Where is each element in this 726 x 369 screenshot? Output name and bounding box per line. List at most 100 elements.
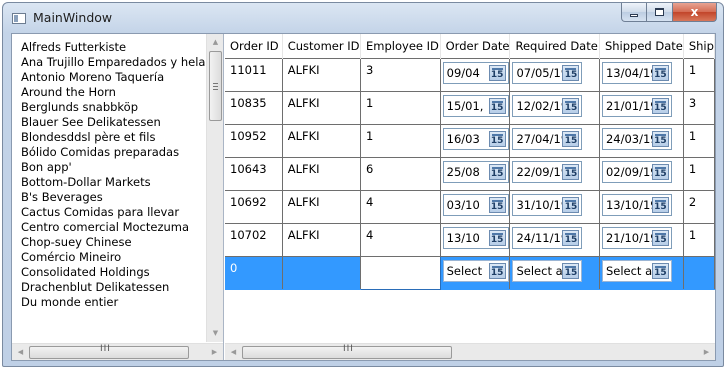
employee-id-cell[interactable]: 6 (360, 157, 441, 191)
employee-id-cell[interactable]: 1 (360, 124, 441, 158)
date-picker[interactable]: 21/01/1915 (601, 94, 672, 117)
order-id-cell[interactable]: 10835 (225, 91, 283, 125)
date-picker[interactable]: 22/09/1915 (512, 160, 583, 183)
ship-cell[interactable]: 1 (683, 124, 715, 158)
scroll-down-arrow-icon[interactable]: ▼ (207, 325, 224, 342)
list-vertical-scrollbar[interactable]: ▲ ▼ (206, 34, 223, 342)
required-date-cell[interactable]: Select a c15 (509, 256, 600, 290)
date-picker-text[interactable]: 09/04 (444, 66, 489, 80)
employee-id-cell[interactable]: 3 (360, 57, 441, 92)
column-header[interactable]: Shipped Date (599, 34, 684, 58)
minimize-button[interactable] (621, 3, 647, 22)
list-vertical-scroll-thumb[interactable] (209, 51, 222, 121)
calendar-icon[interactable]: 15 (651, 64, 669, 81)
column-header[interactable]: Employee ID (360, 34, 441, 58)
date-picker-text[interactable]: 12/02/19 (513, 99, 562, 113)
date-picker[interactable]: 13/10/1915 (601, 193, 672, 216)
calendar-icon[interactable]: 15 (562, 163, 580, 180)
date-picker-text[interactable]: 22/09/19 (513, 165, 562, 179)
date-picker-text[interactable]: Select a c (513, 264, 562, 278)
scroll-up-arrow-icon[interactable]: ▲ (207, 34, 224, 51)
order-id-cell[interactable]: 10952 (225, 124, 283, 158)
calendar-icon[interactable]: 15 (651, 262, 669, 279)
date-picker-text[interactable]: 07/05/19 (513, 66, 562, 80)
table-row[interactable]: 10643ALFKI625/081522/09/191502/09/19151 (225, 157, 715, 191)
ship-cell[interactable]: 1 (683, 157, 715, 191)
ship-cell[interactable]: 3 (683, 91, 715, 125)
date-picker[interactable]: Select a 15 (601, 259, 672, 282)
customer-listbox[interactable]: Alfreds Futterkiste Ana Trujillo Empareda… (12, 34, 224, 360)
order-date-cell[interactable]: 09/04 15 (440, 57, 511, 92)
shipped-date-cell[interactable]: 02/09/1915 (599, 157, 684, 191)
ship-cell[interactable] (683, 256, 715, 290)
date-picker-text[interactable]: 03/10 (444, 198, 489, 212)
list-item[interactable]: Bottom-Dollar Markets (21, 175, 206, 190)
list-item[interactable]: B's Beverages (21, 190, 206, 205)
date-picker[interactable]: 21/10/1915 (601, 226, 672, 249)
column-header[interactable]: Order ID (225, 34, 283, 58)
date-picker-text[interactable]: 27/04/19 (513, 132, 562, 146)
customer-id-cell[interactable]: ALFKI (282, 91, 362, 125)
calendar-icon[interactable]: 15 (488, 262, 506, 279)
order-id-cell[interactable]: 10702 (225, 223, 283, 257)
order-id-cell[interactable]: 0 (225, 256, 283, 290)
date-picker[interactable]: 02/09/1915 (601, 160, 672, 183)
table-row[interactable]: 10702ALFKI413/101524/11/191521/10/19151 (225, 223, 715, 257)
date-picker[interactable]: Select 15 (442, 259, 509, 282)
date-picker[interactable]: 25/08 15 (442, 160, 509, 183)
new-item-row[interactable]: 0Select15Select a c15Select a15 (225, 255, 715, 290)
employee-id-cell[interactable]: 1 (360, 91, 441, 125)
table-row[interactable]: 10835ALFKI115/01,1512/02/191521/01/19153 (225, 91, 715, 125)
ship-cell[interactable]: 1 (683, 57, 715, 92)
title-bar[interactable]: MainWindow x (3, 3, 723, 31)
date-picker[interactable]: 24/03/1915 (601, 127, 672, 150)
date-picker[interactable]: 12/02/1915 (512, 94, 583, 117)
date-picker[interactable]: 07/05/1915 (512, 61, 583, 84)
calendar-icon[interactable]: 15 (562, 262, 580, 279)
calendar-icon[interactable]: 15 (488, 196, 506, 213)
date-picker[interactable]: Select a c15 (512, 259, 583, 282)
list-item[interactable]: Alfreds Futterkiste (21, 40, 206, 55)
list-item[interactable]: Du monde entier (21, 295, 206, 310)
date-picker-text[interactable]: 21/01/19 (603, 99, 652, 113)
scroll-right-arrow-icon[interactable]: ▶ (206, 344, 223, 361)
date-picker[interactable]: 13/10 15 (442, 226, 509, 249)
calendar-icon[interactable]: 15 (651, 229, 669, 246)
date-picker[interactable]: 24/11/1915 (512, 226, 583, 249)
employee-id-cell[interactable]: 4 (360, 190, 441, 224)
maximize-button[interactable] (647, 3, 673, 22)
date-picker[interactable]: 31/10/1915 (512, 193, 583, 216)
required-date-cell[interactable]: 12/02/1915 (509, 91, 600, 125)
order-date-cell[interactable]: 16/03 15 (440, 124, 511, 158)
close-button[interactable]: x (673, 3, 717, 22)
order-id-cell[interactable]: 10643 (225, 157, 283, 191)
required-date-cell[interactable]: 27/04/1915 (509, 124, 600, 158)
shipped-date-cell[interactable]: Select a 15 (599, 256, 684, 290)
date-picker-text[interactable]: 24/03/19 (603, 132, 652, 146)
list-item[interactable]: Ana Trujillo Emparedados y helados (21, 55, 206, 70)
calendar-icon[interactable]: 15 (488, 130, 506, 147)
order-date-cell[interactable]: Select 15 (440, 256, 511, 290)
calendar-icon[interactable]: 15 (488, 64, 506, 81)
table-row[interactable]: 11011ALFKI309/041507/05/191513/04/19151 (225, 57, 715, 92)
date-picker[interactable]: 27/04/1915 (512, 127, 583, 150)
table-row[interactable]: 10952ALFKI116/031527/04/191524/03/19151 (225, 124, 715, 158)
customer-id-cell[interactable]: ALFKI (282, 223, 362, 257)
date-picker-text[interactable]: 16/03 (444, 132, 489, 146)
calendar-icon[interactable]: 15 (562, 64, 580, 81)
calendar-icon[interactable]: 15 (562, 229, 580, 246)
calendar-icon[interactable]: 15 (651, 97, 669, 114)
calendar-icon[interactable]: 15 (562, 97, 580, 114)
date-picker-text[interactable]: 25/08 (444, 165, 489, 179)
customer-id-cell[interactable] (282, 256, 362, 290)
date-picker[interactable]: 16/03 15 (442, 127, 509, 150)
date-picker-text[interactable]: 21/10/19 (603, 231, 652, 245)
employee-id-cell[interactable]: 4 (360, 223, 441, 257)
shipped-date-cell[interactable]: 24/03/1915 (599, 124, 684, 158)
ship-cell[interactable]: 1 (683, 223, 715, 257)
required-date-cell[interactable]: 22/09/1915 (509, 157, 600, 191)
date-picker[interactable]: 09/04 15 (442, 61, 509, 84)
calendar-icon[interactable]: 15 (562, 130, 580, 147)
calendar-icon[interactable]: 15 (651, 130, 669, 147)
order-id-cell[interactable]: 11011 (225, 57, 283, 92)
